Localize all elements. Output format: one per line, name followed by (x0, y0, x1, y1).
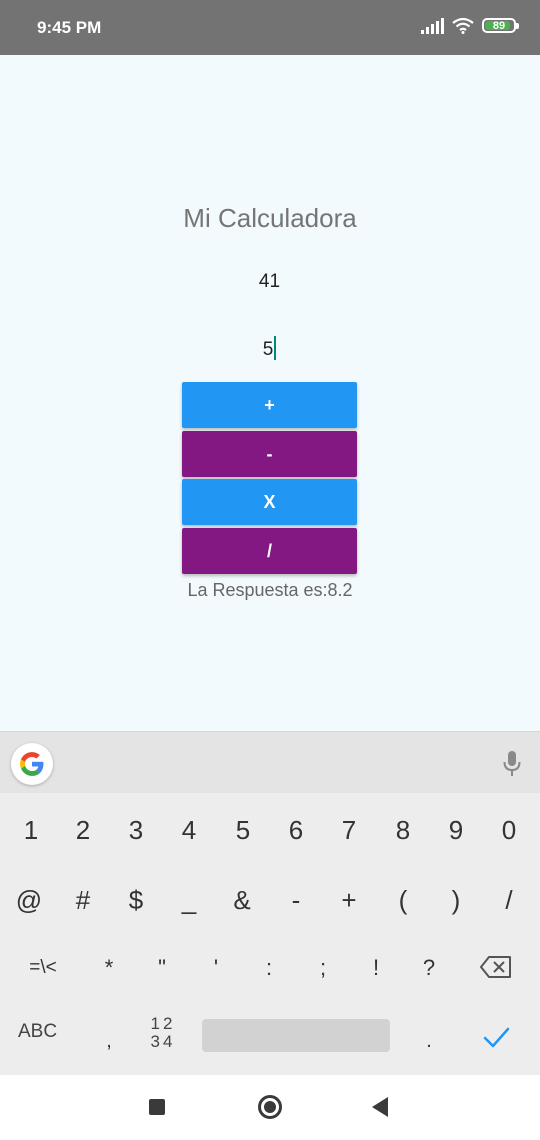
key-1[interactable]: 1 (4, 797, 58, 863)
keyboard-row-symbols: @ # $ _ & - + ( ) / (0, 867, 540, 933)
key-8[interactable]: 8 (376, 797, 430, 863)
keyboard-toolbar (0, 731, 540, 793)
second-number-value: 5 (262, 339, 274, 361)
key-slash[interactable]: / (482, 867, 536, 933)
key-9[interactable]: 9 (429, 797, 483, 863)
navigation-bar (0, 1075, 540, 1140)
numpad-label-bottom: 34 (150, 1032, 176, 1051)
space-key[interactable] (202, 1019, 390, 1052)
home-circle-icon[interactable] (258, 1095, 282, 1119)
microphone-icon[interactable] (502, 750, 522, 778)
key-double-quote[interactable]: " (135, 935, 189, 1001)
app-title: Mi Calculadora (183, 203, 357, 233)
key-minus[interactable]: - (269, 867, 323, 933)
key-colon[interactable]: : (242, 935, 296, 1001)
key-asterisk[interactable]: * (82, 935, 136, 1001)
battery-percent: 89 (492, 19, 506, 32)
key-5[interactable]: 5 (216, 797, 270, 863)
status-time: 9:45 PM (37, 18, 102, 37)
key-exclamation[interactable]: ! (349, 935, 403, 1001)
first-number-value: 41 (258, 271, 281, 292)
key-underscore[interactable]: _ (162, 867, 216, 933)
key-question[interactable]: ? (402, 935, 456, 1001)
signal-icon (421, 17, 444, 34)
multiply-button[interactable]: X (182, 479, 357, 525)
key-more-symbols[interactable]: =\< (16, 935, 70, 1001)
abc-key[interactable]: ABC (18, 1021, 57, 1043)
key-7[interactable]: 7 (322, 797, 376, 863)
key-comma[interactable]: , (82, 1008, 136, 1074)
first-number-input[interactable]: 41 (182, 271, 357, 293)
keyboard-row-numbers: 1 2 3 4 5 6 7 8 9 0 (0, 797, 540, 863)
key-4[interactable]: 4 (162, 797, 216, 863)
battery-icon: 89 (482, 18, 519, 33)
keyboard: 1 2 3 4 5 6 7 8 9 0 @ # $ _ & - + ( ) / … (0, 793, 540, 1075)
key-6[interactable]: 6 (269, 797, 323, 863)
add-button[interactable]: + (182, 382, 357, 428)
status-bar: 9:45 PM 89 (0, 0, 540, 55)
key-semicolon[interactable]: ; (296, 935, 350, 1001)
key-open-paren[interactable]: ( (376, 867, 430, 933)
subtract-button[interactable]: - (182, 431, 357, 477)
divide-button[interactable]: / (182, 528, 357, 574)
result-text: La Respuesta es:8.2 (187, 580, 353, 600)
key-at[interactable]: @ (2, 867, 56, 933)
key-0[interactable]: 0 (482, 797, 536, 863)
key-dollar[interactable]: $ (109, 867, 163, 933)
recents-square-icon[interactable] (149, 1099, 165, 1115)
key-2[interactable]: 2 (56, 797, 110, 863)
key-close-paren[interactable]: ) (429, 867, 483, 933)
key-plus[interactable]: + (322, 867, 376, 933)
check-enter-icon[interactable] (480, 1021, 512, 1053)
key-single-quote[interactable]: ' (189, 935, 243, 1001)
backspace-icon[interactable] (480, 955, 512, 979)
keyboard-row-more-symbols: =\< * " ' : ; ! ? (0, 935, 540, 1001)
numpad-key[interactable]: 12 34 (136, 1015, 190, 1055)
second-number-input[interactable]: 5 (182, 336, 357, 362)
status-icons: 89 (421, 17, 519, 34)
numpad-label-top: 12 (150, 1014, 176, 1033)
key-ampersand[interactable]: & (215, 867, 269, 933)
key-hash[interactable]: # (56, 867, 110, 933)
text-cursor (274, 336, 277, 360)
wifi-icon (452, 17, 474, 34)
key-3[interactable]: 3 (109, 797, 163, 863)
back-triangle-icon[interactable] (372, 1097, 388, 1117)
key-period[interactable]: . (402, 1008, 456, 1074)
google-logo-icon[interactable] (11, 743, 53, 785)
